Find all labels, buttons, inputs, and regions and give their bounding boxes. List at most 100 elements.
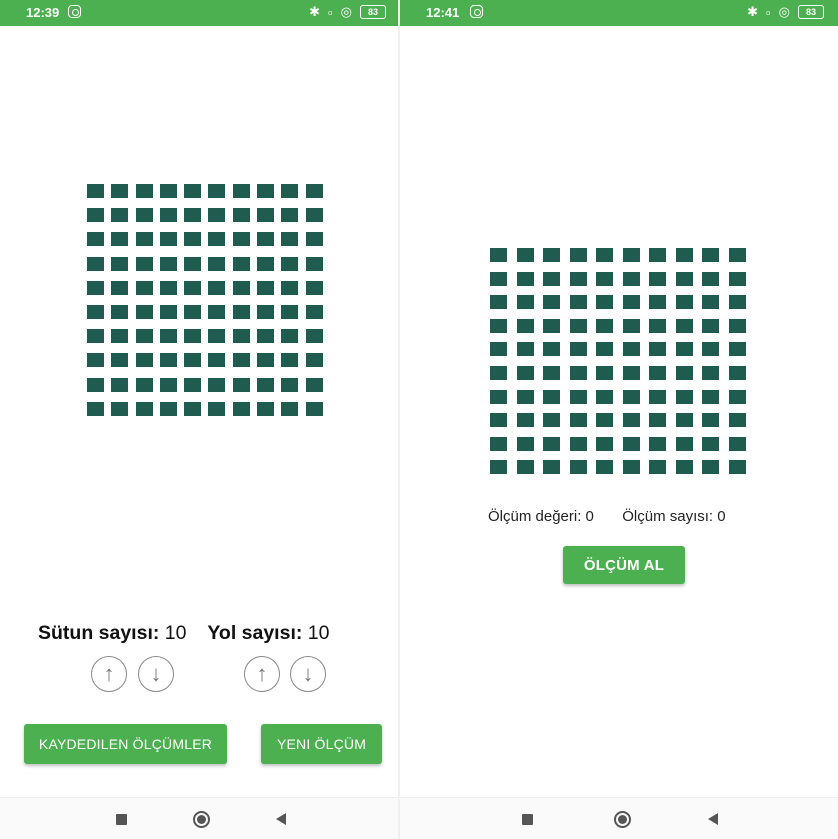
grid-cell (232, 256, 250, 271)
grid-cell (159, 208, 177, 223)
battery-icon: 83 (360, 5, 386, 19)
wifi-icon: ◎ (340, 4, 352, 19)
column-count-label: Sütun sayısı: (38, 622, 160, 644)
grid-cell (622, 436, 640, 451)
grid-cell (675, 389, 693, 404)
grid-cell (281, 280, 299, 295)
arrow-up-icon: ↑ (256, 661, 268, 686)
grid-cell (543, 436, 560, 451)
nav-recent-icon[interactable] (116, 814, 127, 825)
grid-cell (622, 413, 640, 428)
grid-cell (622, 460, 640, 475)
grid-cell (569, 295, 587, 310)
status-bar: 12:41 ✱ ▫ ◎ 83 (400, 0, 838, 26)
instagram-icon (470, 5, 483, 18)
grid-cell (111, 377, 129, 392)
grid-cell (87, 304, 104, 319)
grid-cell (257, 329, 275, 344)
grid-cell (208, 401, 226, 416)
nav-home-icon[interactable] (614, 811, 631, 828)
grid-cell (135, 184, 153, 198)
grid-cell (490, 413, 507, 428)
grid-cell (87, 377, 104, 392)
grid-cell (305, 280, 323, 295)
grid-cell (257, 208, 275, 223)
grid-cell (490, 271, 507, 286)
status-time: 12:39 (26, 5, 60, 20)
grid-cell (728, 413, 746, 428)
grid-cell (728, 389, 746, 404)
grid-cell (596, 271, 613, 286)
grid-cell (675, 342, 693, 357)
grid-cell (543, 318, 560, 333)
nav-back-icon[interactable] (708, 813, 718, 825)
signal-icon: ▫ (766, 4, 771, 20)
nav-back-icon[interactable] (276, 813, 286, 825)
grid-cell (649, 295, 666, 310)
grid-cell (208, 280, 226, 295)
grid-cell (622, 295, 640, 310)
grid-cell (649, 365, 666, 380)
grid-cell (702, 318, 719, 333)
status-bar: 12:39 ✱ ▫ ◎ 83 (0, 0, 400, 26)
nav-recent-icon[interactable] (522, 814, 533, 825)
grid-cell (111, 184, 129, 198)
grid-cell (135, 353, 153, 368)
grid-cell (111, 304, 129, 319)
column-decrease-button[interactable]: ↓ (138, 656, 174, 692)
status-icons: ✱ ▫ ◎ 83 (747, 4, 824, 20)
grid-cell (184, 280, 202, 295)
grid-cell (111, 208, 129, 223)
nav-bar (0, 797, 400, 839)
grid-cell (257, 353, 275, 368)
grid-cell (702, 295, 719, 310)
grid-cell (232, 232, 250, 247)
grid-cell (305, 377, 323, 392)
grid-cell (305, 208, 323, 223)
column-increase-button[interactable]: ↑ (91, 656, 127, 692)
grid-cell (87, 232, 104, 247)
grid-cell (281, 256, 299, 271)
take-measurement-button[interactable]: ÖLÇÜM AL (563, 546, 685, 584)
grid-cell (135, 401, 153, 416)
grid-cell (281, 304, 299, 319)
saved-measurements-button[interactable]: KAYDEDILEN ÖLÇÜMLER (24, 724, 227, 764)
grid-cell (728, 295, 746, 310)
grid-cell (516, 365, 534, 380)
grid-cell (649, 413, 666, 428)
nav-bar (400, 797, 838, 839)
phone-screen-grid-setup: 12:39 ✱ ▫ ◎ 83 Sütun sayısı: 10 Yol sayı… (0, 0, 400, 839)
grid-cell (516, 460, 534, 475)
grid-cell (208, 256, 226, 271)
grid-cell (305, 256, 323, 271)
grid-cell (135, 256, 153, 271)
grid-cell (675, 436, 693, 451)
row-decrease-button[interactable]: ↓ (290, 656, 326, 692)
column-count-value: 10 (164, 622, 187, 644)
grid-cell (135, 329, 153, 344)
grid-cell (305, 184, 323, 198)
grid-cell (675, 460, 693, 475)
grid-cell (257, 377, 275, 392)
grid-cell (305, 232, 323, 247)
grid-cell (135, 232, 153, 247)
grid-cell (184, 304, 202, 319)
row-count-label: Yol sayısı: (207, 622, 303, 644)
grid-cell (516, 342, 534, 357)
grid-cell (257, 280, 275, 295)
grid-cell (232, 184, 250, 198)
grid-cell (702, 460, 719, 475)
grid-cell (305, 329, 323, 344)
status-icons: ✱ ▫ ◎ 83 (309, 4, 386, 20)
grid-cell (543, 295, 560, 310)
nav-home-icon[interactable] (193, 811, 210, 828)
cell-grid (87, 184, 323, 416)
grid-cell (208, 377, 226, 392)
grid-cell (87, 256, 104, 271)
phone-screen-measurement: 12:41 ✱ ▫ ◎ 83 Ölçüm değeri: 0 Ölçüm say… (398, 0, 838, 839)
row-increase-button[interactable]: ↑ (244, 656, 280, 692)
grid-cell (675, 413, 693, 428)
grid-cell (702, 271, 719, 286)
new-measurement-button[interactable]: YENI ÖLÇÜM (261, 724, 382, 764)
grid-cell (281, 232, 299, 247)
